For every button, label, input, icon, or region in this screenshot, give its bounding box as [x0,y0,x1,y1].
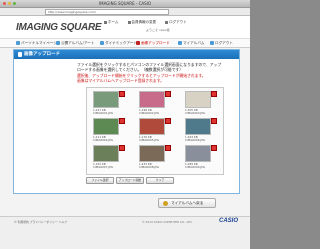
photo-item[interactable]: 1,152 KB CIMG0007.JPG [93,145,125,169]
photo-thumbnail[interactable] [139,145,165,162]
window-title: IMAGING SQUARE - CASIO [99,1,151,6]
panel-title: 画像アップロード [24,52,60,57]
delete-icon[interactable] [165,145,171,151]
logout-link[interactable]: ログアウト [165,20,187,25]
panel-header: 画像アップロード [14,50,239,59]
home-link[interactable]: ホーム [104,20,118,25]
photo-caption: 1,289 KB CIMG0009.JPG [185,162,206,169]
nav-item-public-album[interactable]: 公開アルバム/アート [56,40,94,46]
photo-item[interactable]: 1,305 KB CIMG0003.JPG [185,91,217,115]
upload-icon [18,52,22,57]
copyright-text: © 2014 CASIO COMPUTER CO., LTD. [142,220,193,224]
arrow-icon [163,200,168,206]
delete-icon[interactable] [165,118,171,124]
photo-thumbnail[interactable] [185,145,211,162]
photo-item[interactable]: 1,247 KB CIMG0001.JPG [93,91,125,115]
nav-item-upload[interactable]: 画像アップロード [136,40,170,46]
casio-logo: CASIO [218,218,238,224]
delete-icon[interactable] [165,91,171,97]
member-settings-link[interactable]: 会員情報の変更 [128,20,157,25]
album-icon [56,41,60,45]
delete-icon[interactable] [211,91,217,97]
photo-item[interactable]: 1,198 KB CIMG0002.JPG [139,91,171,115]
address-bar: http://www.imagingsquare.com/ [0,8,250,16]
site-footer: © 利用規約 プライバシーポリシー ヘルプ © 2014 CASIO COMPU… [0,216,250,249]
delete-icon[interactable] [119,91,125,97]
photo-grid: 1,247 KB CIMG0001.JPG 1,198 KB CIMG0002.JP… [86,87,224,175]
photo-thumbnail[interactable] [139,91,165,108]
art-icon [100,41,104,45]
photo-item[interactable]: 1,233 KB CIMG0008.JPG [139,145,171,169]
site-header: IMAGING SQUARE ホーム 会員情報の変更 ログアウト ようこそ ca… [0,16,250,39]
select-files-button[interactable]: ファイル選択 [86,177,114,184]
nav-item-logout[interactable]: ログアウト [210,40,233,46]
nav-item-personal[interactable]: パーソナルマイページ [16,40,57,46]
welcome-text: ようこそ casio様 [146,28,170,32]
photo-item[interactable]: 1,289 KB CIMG0009.JPG [185,145,217,169]
photo-thumbnail[interactable] [93,118,119,135]
photo-caption: 1,152 KB CIMG0007.JPG [93,162,114,169]
my-album-icon [178,41,182,45]
nav-item-dynamic-art[interactable]: ダイナミックアート [100,40,137,46]
start-upload-button[interactable]: アップロード開始 [116,177,144,184]
nav-item-my-album[interactable]: マイアルバム [178,40,205,46]
photo-item[interactable]: 1,264 KB CIMG0006.JPG [185,118,217,142]
footer-links[interactable]: © 利用規約 プライバシーポリシー ヘルプ [14,220,67,224]
photo-caption: 1,233 KB CIMG0008.JPG [139,162,160,169]
photo-caption: 1,198 KB CIMG0002.JPG [139,108,160,115]
url-field[interactable]: http://www.imagingsquare.com/ [45,9,169,15]
clear-button[interactable]: クリア [146,177,174,184]
photo-thumbnail[interactable] [93,145,119,162]
photo-item[interactable]: 1,176 KB CIMG0005.JPG [139,118,171,142]
photo-caption: 1,264 KB CIMG0006.JPG [185,135,206,142]
delete-icon[interactable] [211,118,217,124]
photo-thumbnail[interactable] [139,118,165,135]
site-logo[interactable]: IMAGING SQUARE [16,22,102,33]
main-nav: パーソナルマイページ 公開アルバム/アート ダイナミックアート 画像アップロード… [0,39,250,48]
photo-caption: 1,211 KB CIMG0004.JPG [93,135,114,142]
upload-panel: 画像アップロード ファイル選択をクリックするとパソコンのファイル選択画面になりま… [13,49,240,194]
logout-icon [210,41,214,45]
upload-instructions: ファイル選択をクリックするとパソコンのファイル選択画面になりますので、アップ ロ… [77,62,222,84]
photo-thumbnail[interactable] [185,118,211,135]
back-to-album-button[interactable]: マイアルバムへ戻る [158,198,216,208]
photo-thumbnail[interactable] [185,91,211,108]
photo-caption: 1,247 KB CIMG0001.JPG [93,108,114,115]
header-links: ホーム 会員情報の変更 ログアウト [104,20,195,25]
upload-icon [136,41,140,45]
person-icon [16,41,20,45]
photo-caption: 1,305 KB CIMG0003.JPG [185,108,206,115]
photo-caption: 1,176 KB CIMG0005.JPG [139,135,160,142]
delete-icon[interactable] [211,145,217,151]
photo-item[interactable]: 1,211 KB CIMG0004.JPG [93,118,125,142]
delete-icon[interactable] [119,118,125,124]
delete-icon[interactable] [119,145,125,151]
photo-thumbnail[interactable] [93,91,119,108]
browser-window: IMAGING SQUARE - CASIO http://www.imagin… [0,0,250,249]
web-page: IMAGING SQUARE ホーム 会員情報の変更 ログアウト ようこそ ca… [0,16,250,249]
title-bar: IMAGING SQUARE - CASIO [0,0,250,8]
